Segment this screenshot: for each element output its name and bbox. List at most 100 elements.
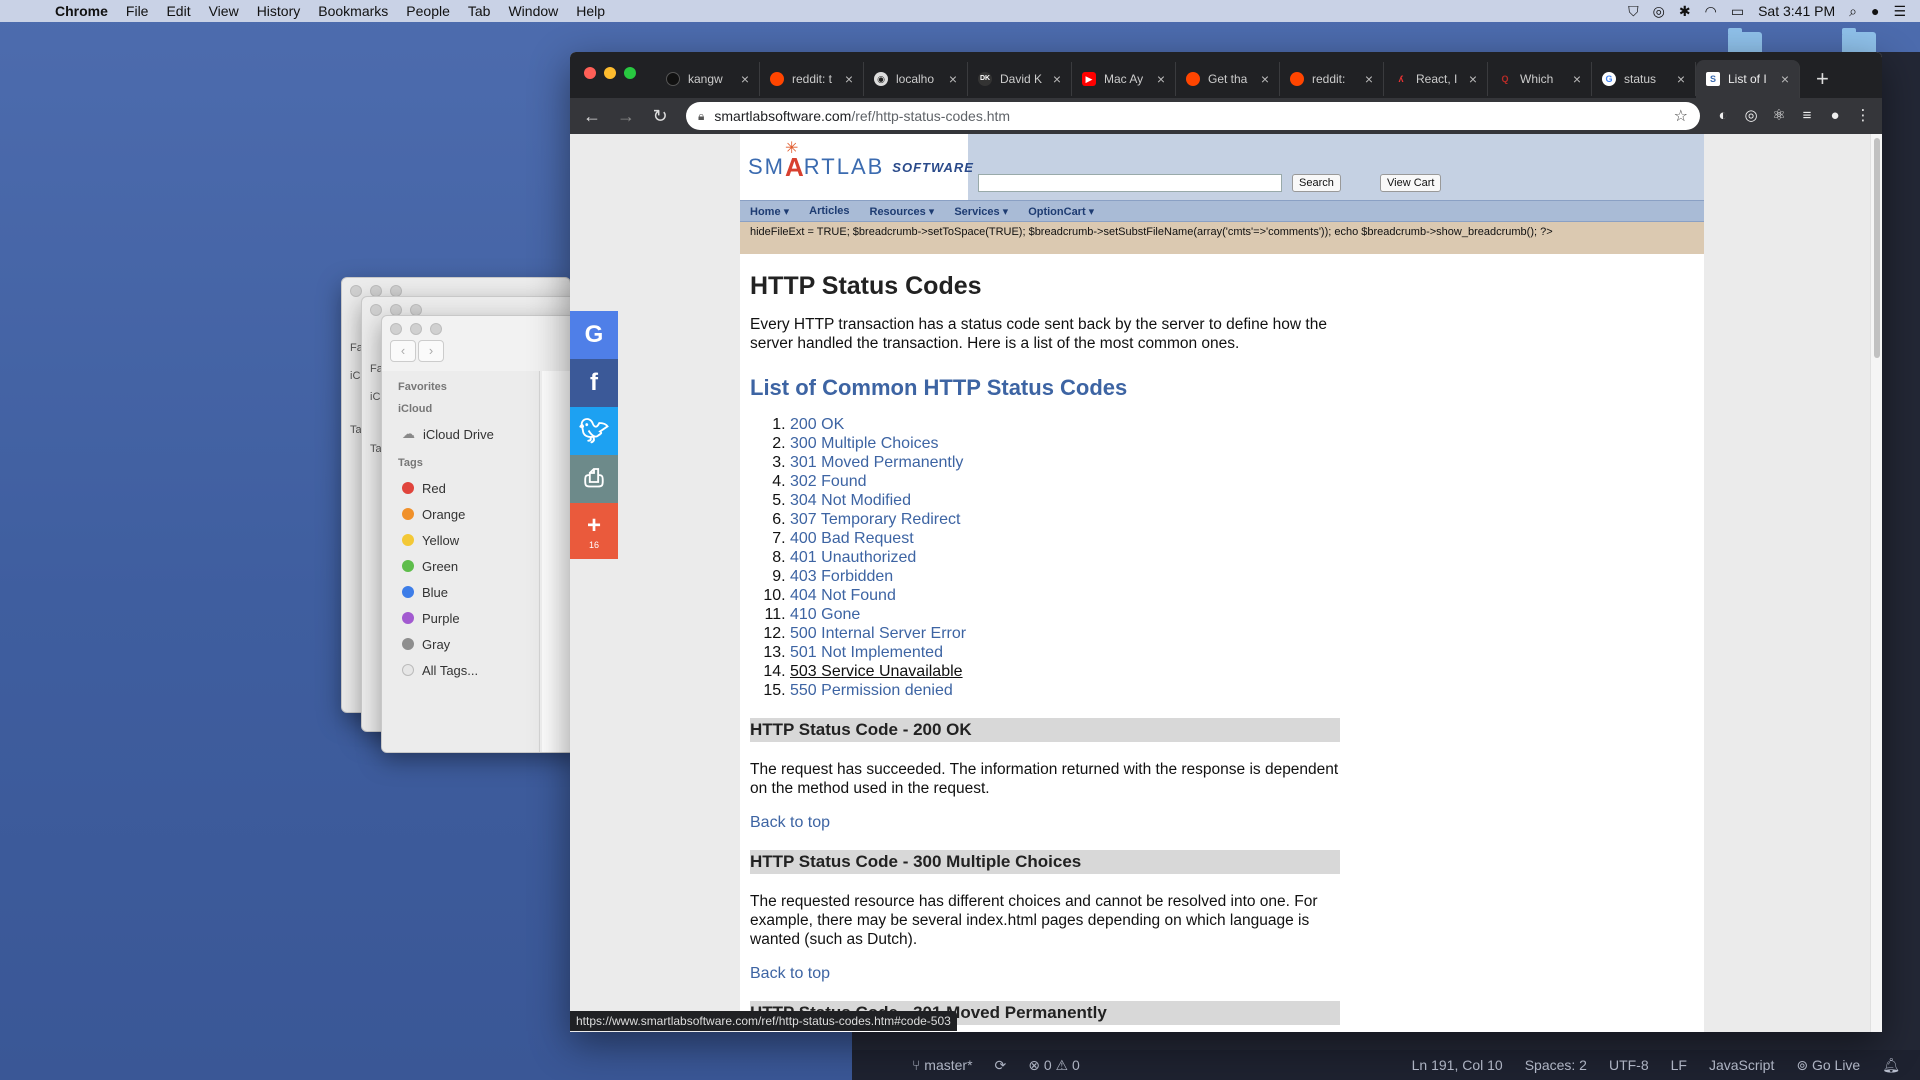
language-mode[interactable]: JavaScript	[1709, 1057, 1774, 1074]
indentation[interactable]: Spaces: 2	[1525, 1057, 1587, 1074]
menu-history[interactable]: History	[248, 3, 310, 19]
view-cart-button[interactable]: View Cart	[1380, 174, 1442, 192]
code-link-304[interactable]: 304 Not Modified	[790, 492, 911, 509]
menubar-clock[interactable]: Sat 3:41 PM	[1758, 3, 1835, 19]
sidebar-all-tags[interactable]: All Tags...	[390, 657, 531, 683]
battery-icon[interactable]: ▭	[1731, 3, 1744, 20]
back-to-top-link[interactable]: Back to top	[750, 965, 1340, 983]
close-tab-icon[interactable]: ×	[741, 71, 749, 87]
bluetooth-icon[interactable]: ✱	[1679, 3, 1691, 20]
nav-resources[interactable]: Resources ▾	[870, 205, 935, 218]
cursor-position[interactable]: Ln 191, Col 10	[1412, 1057, 1503, 1074]
close-tab-icon[interactable]: ×	[1261, 71, 1269, 87]
bookmark-star-icon[interactable]: ☆	[1674, 106, 1688, 126]
spotlight-search-icon[interactable]: ⌕	[1849, 3, 1857, 20]
nav-optioncart[interactable]: OptionCart ▾	[1028, 205, 1094, 218]
forward-button[interactable]: ›	[418, 340, 444, 362]
tab-david-k[interactable]: DK David K ×	[968, 62, 1072, 96]
reload-icon[interactable]: ↻	[646, 102, 674, 130]
close-tab-icon[interactable]: ×	[1053, 71, 1061, 87]
bell-icon[interactable]: 🔔︎	[1882, 1057, 1900, 1074]
nav-home[interactable]: Home ▾	[750, 205, 789, 218]
code-link-302[interactable]: 302 Found	[790, 473, 867, 490]
encoding[interactable]: UTF-8	[1609, 1057, 1649, 1074]
code-link-410[interactable]: 410 Gone	[790, 606, 860, 623]
tab-quora[interactable]: Q Which ×	[1488, 62, 1592, 96]
close-icon[interactable]	[350, 285, 362, 297]
sidebar-tag-green[interactable]: Green	[390, 553, 531, 579]
page-viewport[interactable]: ✳ SM A RTLAB SOFTWARE Search View Cart Hom…	[570, 134, 1882, 1032]
sidebar-tag-orange[interactable]: Orange	[390, 501, 531, 527]
profile-icon[interactable]: ●	[1824, 105, 1846, 127]
minimize-icon[interactable]	[410, 323, 422, 335]
code-link-403[interactable]: 403 Forbidden	[790, 568, 893, 585]
address-bar[interactable]: 🔒︎ smartlabsoftware.com/ref/http-status-…	[686, 102, 1700, 130]
extension-icon[interactable]: ◎	[1740, 105, 1762, 127]
menu-tab[interactable]: Tab	[459, 3, 500, 19]
sidebar-tag-yellow[interactable]: Yellow	[390, 527, 531, 553]
twitter-share-button[interactable]: 🐦︎	[570, 407, 618, 455]
sidebar-tag-red[interactable]: Red	[390, 475, 531, 501]
user-avatar-icon[interactable]: ●	[1871, 3, 1879, 19]
tab-list-of-http[interactable]: S List of I ×	[1696, 60, 1800, 98]
close-tab-icon[interactable]: ×	[1781, 71, 1789, 87]
line-ending[interactable]: LF	[1671, 1057, 1687, 1074]
more-share-button[interactable]: +16	[570, 503, 618, 559]
app-menu[interactable]: Chrome	[46, 3, 117, 19]
new-tab-button[interactable]: +	[1800, 66, 1845, 92]
sidebar-tag-gray[interactable]: Gray	[390, 631, 531, 657]
code-link-501[interactable]: 501 Not Implemented	[790, 644, 943, 661]
code-link-300[interactable]: 300 Multiple Choices	[790, 435, 939, 452]
sidebar-tag-blue[interactable]: Blue	[390, 579, 531, 605]
code-link-404[interactable]: 404 Not Found	[790, 587, 896, 604]
facebook-share-button[interactable]: f	[570, 359, 618, 407]
smartlab-logo[interactable]: ✳ SM A RTLAB SOFTWARE	[740, 134, 973, 200]
code-link-301[interactable]: 301 Moved Permanently	[790, 454, 963, 471]
extension-icon[interactable]: ◐	[1712, 105, 1734, 127]
tab-react[interactable]: ʎ React, I ×	[1384, 62, 1488, 96]
notification-center-icon[interactable]: ☰	[1893, 3, 1906, 20]
code-link-503[interactable]: 503 Service Unavailable	[790, 663, 963, 680]
close-tab-icon[interactable]: ×	[1469, 71, 1477, 87]
tab-localhost[interactable]: ◉ localho ×	[864, 62, 968, 96]
menu-edit[interactable]: Edit	[157, 3, 199, 19]
back-button[interactable]: ‹	[390, 340, 416, 362]
close-icon[interactable]	[390, 323, 402, 335]
tab-youtube[interactable]: ▶ Mac Ay ×	[1072, 62, 1176, 96]
minimize-icon[interactable]	[604, 67, 616, 79]
close-tab-icon[interactable]: ×	[1157, 71, 1165, 87]
media-control-icon[interactable]: ≡	[1796, 105, 1818, 127]
close-tab-icon[interactable]: ×	[949, 71, 957, 87]
print-button[interactable]: ⎙	[570, 455, 618, 503]
forward-arrow-icon[interactable]: →	[612, 102, 640, 130]
page-scrollbar[interactable]	[1870, 134, 1882, 1032]
code-link-550[interactable]: 550 Permission denied	[790, 682, 953, 699]
zoom-icon[interactable]	[430, 323, 442, 335]
code-link-500[interactable]: 500 Internal Server Error	[790, 625, 966, 642]
scrollbar-thumb[interactable]	[1874, 138, 1880, 358]
close-tab-icon[interactable]: ×	[1677, 71, 1685, 87]
code-link-200[interactable]: 200 OK	[790, 416, 844, 433]
tab-reddit-3[interactable]: reddit: ×	[1280, 62, 1384, 96]
site-search-input[interactable]	[978, 174, 1282, 192]
google-share-button[interactable]: G	[570, 311, 618, 359]
nav-services[interactable]: Services ▾	[954, 205, 1008, 218]
tab-google-status[interactable]: Gstatus ×	[1592, 62, 1696, 96]
code-link-401[interactable]: 401 Unauthorized	[790, 549, 916, 566]
menu-file[interactable]: File	[117, 3, 158, 19]
close-icon[interactable]	[584, 67, 596, 79]
tab-kangw[interactable]: kangw ×	[656, 62, 760, 96]
git-branch[interactable]: ⑂ master*	[912, 1057, 973, 1073]
back-arrow-icon[interactable]: ←	[578, 102, 606, 130]
nav-articles[interactable]: Articles	[809, 205, 849, 217]
sync-icon[interactable]: ⟳	[995, 1057, 1007, 1074]
close-icon[interactable]	[370, 304, 382, 316]
tab-reddit-2[interactable]: Get tha ×	[1176, 62, 1280, 96]
close-tab-icon[interactable]: ×	[1573, 71, 1581, 87]
shield-icon[interactable]: ⛉	[1628, 3, 1639, 20]
menu-people[interactable]: People	[397, 3, 459, 19]
sidebar-tag-purple[interactable]: Purple	[390, 605, 531, 631]
finder-window-front[interactable]: ‹ › Favorites iCloud ☁ iCloud Drive Tags…	[381, 315, 581, 753]
sidebar-item-icloud-drive[interactable]: ☁ iCloud Drive	[390, 421, 531, 447]
react-devtools-icon[interactable]: ⚛	[1768, 105, 1790, 127]
